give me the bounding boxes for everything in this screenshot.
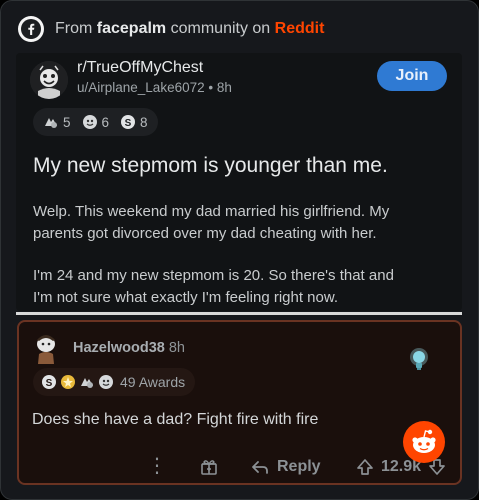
post-age: 8h (216, 80, 232, 95)
highlighted-comment: Hazelwood38 8h S 49 Awards Does she have … (17, 320, 462, 485)
user-avatar[interactable] (33, 332, 59, 364)
svg-text:S: S (46, 378, 53, 389)
reply-button[interactable]: Reply (251, 458, 321, 476)
post-body-line: parents got divorced over my dad cheatin… (33, 224, 377, 242)
post-body: Welp. This weekend my dad married his gi… (33, 201, 453, 329)
more-options-icon[interactable]: ⋮ (147, 456, 167, 476)
comment-author[interactable]: Hazelwood38 8h (73, 340, 185, 356)
post-body-line: Welp. This weekend my dad married his gi… (33, 203, 390, 220)
post-title[interactable]: My new stepmom is younger than me. (33, 154, 388, 178)
subreddit-name[interactable]: r/TrueOffMyChest (77, 59, 203, 77)
gold-award-icon (60, 374, 76, 390)
svg-text:S: S (125, 118, 132, 129)
award-count: 5 (63, 114, 71, 130)
reddit-post: r/TrueOffMyChest u/Airplane_Lake6072 • 8… (16, 53, 462, 311)
post-body-line: I'm not sure what exactly I'm feeling ri… (33, 288, 339, 306)
source-header: From facepalm community on Reddit (18, 14, 324, 44)
meta-separator: • (208, 80, 214, 95)
join-button[interactable]: Join (377, 61, 447, 91)
post-author[interactable]: u/Airplane_Lake6072 (77, 80, 205, 95)
comment-username[interactable]: Hazelwood38 (73, 340, 165, 356)
helpful-award-icon (43, 114, 59, 130)
comment-age: 8h (168, 340, 185, 356)
source-middle: community on (170, 20, 271, 37)
post-body-line: I'm 24 and my new stepmom is 20. So ther… (33, 267, 394, 284)
lightbulb-icon (408, 347, 430, 373)
gift-award-icon[interactable] (200, 458, 218, 476)
comment-awards[interactable]: S 49 Awards (33, 368, 196, 396)
community-link[interactable]: facepalm (97, 20, 166, 37)
helpful-award-icon (79, 374, 95, 390)
source-text: From facepalm community on Reddit (55, 20, 324, 38)
award-count: 8 (140, 114, 148, 130)
source-prefix: From (55, 20, 93, 37)
award-count: 6 (101, 114, 110, 130)
wholesome-award-icon (98, 374, 114, 390)
section-divider (16, 312, 462, 315)
reddit-link[interactable]: Reddit (275, 20, 325, 37)
awards-count: 49 Awards (120, 374, 186, 390)
silver-award-icon: S (120, 114, 136, 130)
facebook-logo-icon (18, 16, 44, 42)
post-awards[interactable]: 5 6 S 8 (33, 108, 158, 136)
comment-actions: ⋮ Reply 12.9k (19, 456, 460, 480)
comment-text: Does she have a dad? Fight fire with fir… (32, 411, 319, 428)
reply-arrow-icon (252, 461, 268, 474)
upvote-icon[interactable] (357, 458, 373, 476)
reply-label: Reply (277, 458, 321, 475)
post-meta: u/Airplane_Lake6072 • 8h (77, 80, 232, 95)
reddit-snoo-icon (403, 421, 445, 463)
subreddit-avatar[interactable] (30, 61, 68, 99)
wholesome-award-icon (82, 114, 98, 130)
silver-award-icon: S (41, 374, 57, 390)
